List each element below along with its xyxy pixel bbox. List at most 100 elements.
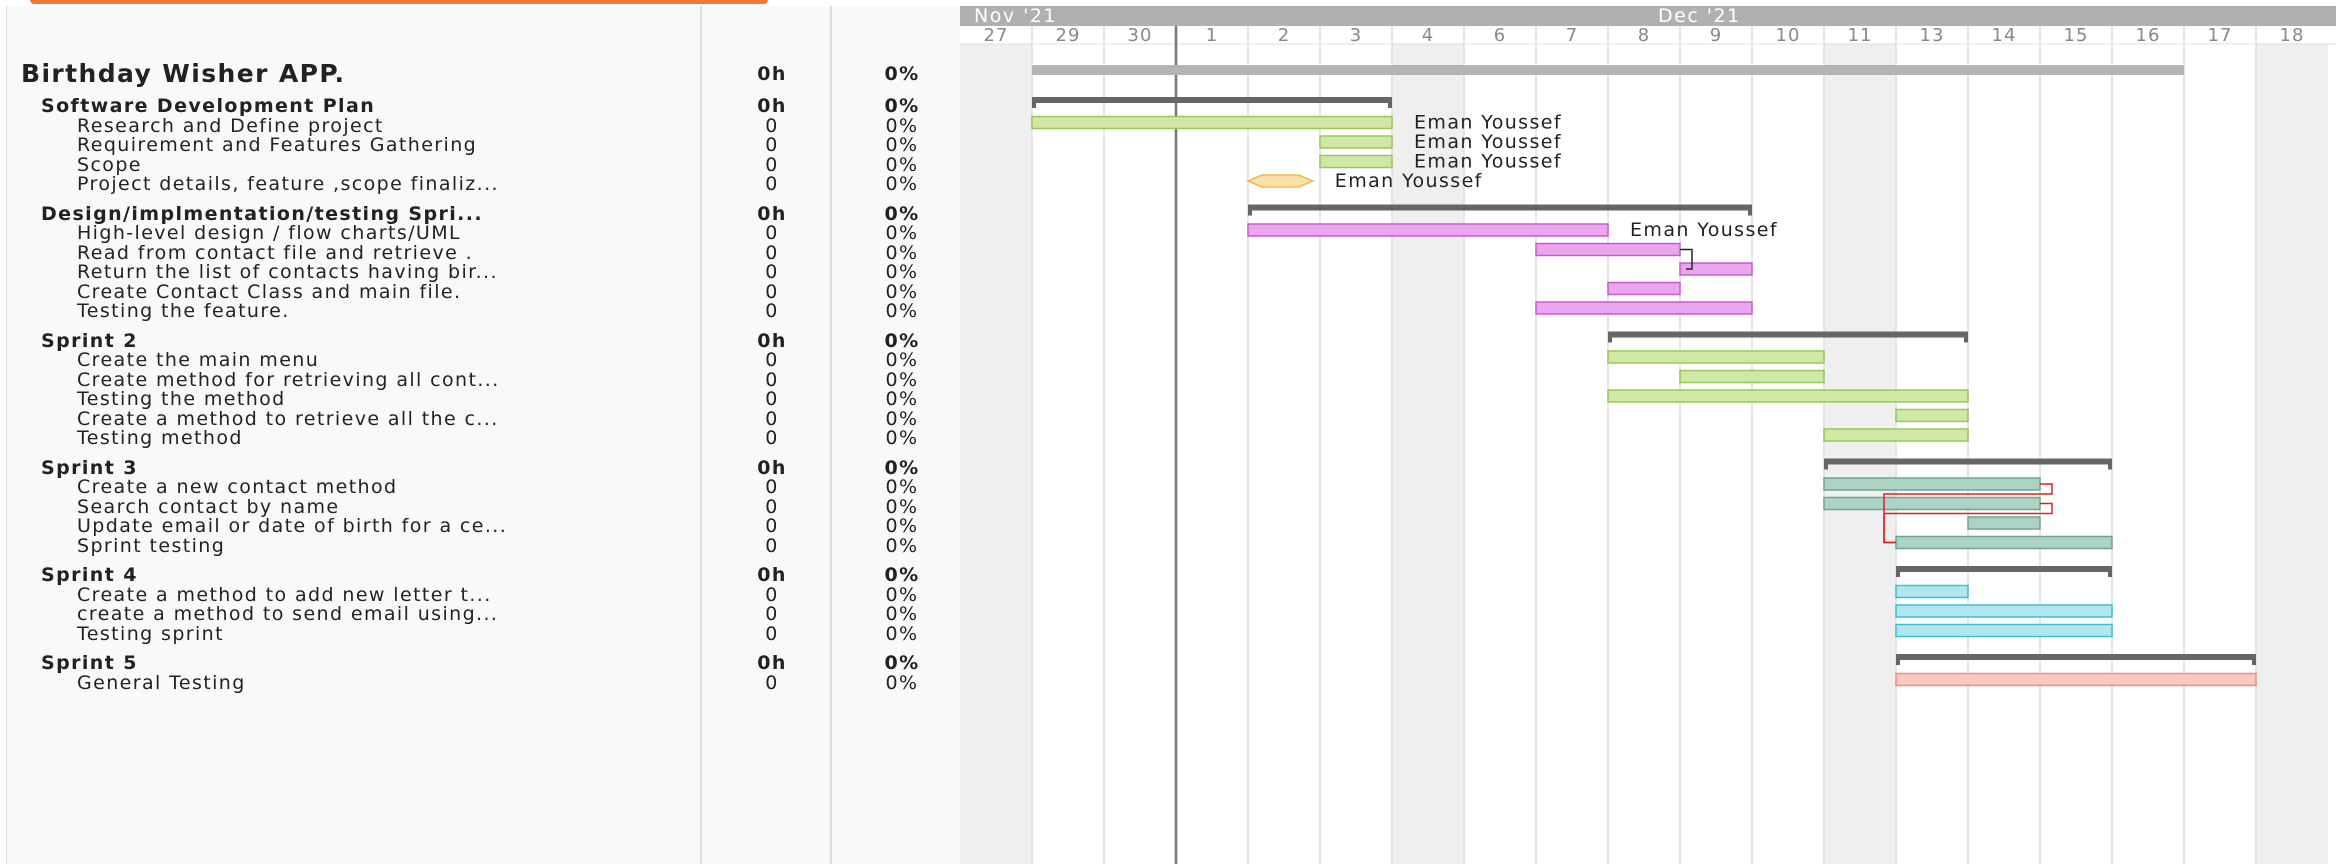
task-name: Scope [77,153,142,176]
day-label: 3 [1350,25,1362,46]
summary-bar-end-cap [1748,204,1752,216]
task-hours: 0 [765,534,779,557]
day-label: 11 [1848,25,1873,46]
task-name: High-level design / flow charts/UML [77,222,462,244]
task-row[interactable]: Create the main menu 0 0% [7,351,967,370]
task-percent: 0% [884,564,920,586]
summary-bar-start-cap [1896,566,1900,577]
day-label: 9 [1710,25,1722,46]
project-tab-accent [30,0,768,4]
task-row[interactable]: Research and Define project 0 0% [7,114,967,137]
task-row[interactable]: Requirement and Features Gathering 0 0% [7,136,967,155]
task-name: Update email or date of birth for a ce..… [77,515,508,537]
month-label: Nov '21 [974,6,1057,27]
task-row[interactable]: Sprint 3 0h 0% [7,456,967,479]
task-row[interactable]: Create a method to retrieve all the c...… [7,407,967,430]
task-percent: 0% [885,222,919,244]
task-row[interactable]: Return the list of contacts having bir..… [7,263,967,282]
task-row[interactable]: Update email or date of birth for a ce..… [7,517,967,536]
task-hours: 0 [765,603,779,625]
task-name: Sprint 5 [41,652,138,674]
task-percent: 0% [884,329,920,352]
task-name: Create the main menu [77,349,320,371]
task-name: Create a method to retrieve all the c... [77,407,499,430]
task-row[interactable]: Testing the method 0 0% [7,390,967,409]
task-bar [1895,584,1969,599]
summary-bar-end-cap [2252,654,2256,665]
task-name: Read from contact file and retrieve . [77,241,474,264]
task-name: Create a new contact method [77,476,398,498]
day-label: 30 [1128,25,1153,46]
task-row[interactable]: Sprint 4 0h 0% [7,566,967,585]
task-hours: 0 [765,349,779,371]
summary-bar-end-cap [1388,97,1392,108]
task-bar [1895,408,1969,423]
task-row[interactable]: Testing method 0 0% [7,429,967,448]
summary-bar [1248,204,1752,211]
task-bar [1319,135,1393,149]
task-percent: 0% [884,456,920,479]
task-hours: 0 [765,583,779,606]
day-label: 16 [2136,25,2161,46]
task-hours: 0h [757,456,787,479]
day-label: 2 [1278,25,1290,46]
task-bar [1895,623,2113,638]
task-bar [1031,115,1393,130]
task-row[interactable]: Project details, feature ,scope finaliz.… [7,175,967,194]
task-percent: 0% [884,202,920,225]
task-hours: 0 [765,134,779,156]
weekend-column [2256,6,2328,864]
task-row[interactable]: Sprint testing 0 0% [7,534,967,557]
task-name: create a method to send email using... [77,603,499,625]
task-name: Create Contact Class and main file. [77,280,462,303]
task-bar [1823,428,1969,442]
task-row[interactable]: Create Contact Class and main file. 0 0% [7,280,967,303]
task-row[interactable]: Scope 0 0% [7,153,967,176]
task-row[interactable]: Create a new contact method 0 0% [7,478,967,497]
task-bar [1679,369,1825,384]
task-percent: 0% [885,534,919,557]
task-hours: 0 [765,222,779,244]
task-percent: 0% [885,583,919,606]
summary-bar [1608,331,1968,338]
task-name: Sprint testing [77,534,226,557]
task-hours: 0 [765,114,779,137]
task-hours: 0h [757,95,787,117]
percent-column-divider[interactable] [830,6,832,864]
task-bar [1319,154,1393,169]
task-name: Search contact by name [77,495,340,518]
task-row[interactable]: Birthday Wisher APP. 0h 0% [7,61,967,87]
task-row[interactable]: General Testing 0 0% [7,671,967,694]
task-name: Sprint 3 [41,456,138,479]
task-row[interactable]: Search contact by name 0 0% [7,495,967,518]
task-name: Testing the feature. [77,300,290,322]
resource-label: Eman Youssef [1335,170,1483,192]
task-hours: 0h [757,329,787,352]
day-label: 29 [1056,25,1081,46]
task-row[interactable]: Testing sprint 0 0% [7,622,967,645]
task-row[interactable]: Testing the feature. 0 0% [7,302,967,321]
task-row[interactable]: Design/implmentation/testing Spri... 0h 0% [7,202,967,225]
summary-bar [1896,566,2112,572]
task-percent: 0% [885,241,919,264]
task-hours: 0 [765,153,779,176]
task-row[interactable]: Create a method to add new letter t... 0 0… [7,583,967,606]
task-hours: 0 [765,300,779,322]
task-row[interactable]: Read from contact file and retrieve . 0 0% [7,241,967,264]
task-row[interactable]: Software Development Plan 0h 0% [7,97,967,116]
day-label: 13 [1920,25,1945,46]
gantt-chart-area[interactable]: Nov '21 Dec '21 27 29 30 1 2 3 4 6 7 8 9 10 11 13 14 15 16… [960,6,2336,864]
task-row[interactable]: create a method to send email using... 0 0… [7,605,967,624]
task-percent: 0% [885,622,919,645]
task-hours: 0 [765,241,779,264]
task-row[interactable]: Sprint 5 0h 0% [7,654,967,673]
month-header [960,6,2336,26]
task-hours: 0 [765,368,779,391]
hours-column-divider[interactable] [700,6,702,864]
task-hours: 0 [765,671,779,694]
task-bar [1535,242,1681,257]
task-row[interactable]: Sprint 2 0h 0% [7,329,967,352]
task-name: Sprint 4 [41,564,138,586]
task-row[interactable]: High-level design / flow charts/UML 0 0% [7,224,967,243]
task-row[interactable]: Create method for retrieving all cont...… [7,368,967,391]
